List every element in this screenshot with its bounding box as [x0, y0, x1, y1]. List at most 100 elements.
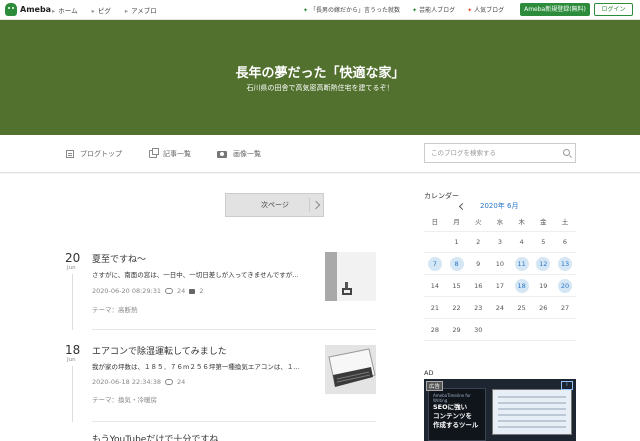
nav-pigg-label: ピグ — [97, 7, 111, 15]
nav-ameblo[interactable]: ▸ アメブロ — [125, 5, 157, 15]
calendar-day: 2 — [467, 235, 489, 249]
calendar-day[interactable]: 20 — [554, 279, 576, 293]
calendar-day — [424, 235, 446, 249]
timeline-line — [72, 274, 73, 330]
blog-search-input[interactable]: このブログを検索する — [424, 143, 576, 163]
calendar-day — [554, 323, 576, 337]
ameba-logo[interactable]: Ameba — [5, 3, 51, 16]
entry-list-label: 記事一覧 — [163, 150, 191, 158]
calendar-day — [511, 323, 533, 337]
popular-blog-label: 人気ブログ — [474, 7, 505, 14]
calendar-day-number: 1 — [454, 238, 459, 246]
ad-info-icon[interactable]: i — [561, 381, 573, 390]
like-count: 24 — [177, 287, 186, 295]
calendar-weekdays: 日 月 火 水 木 金 土 — [424, 215, 576, 229]
calendar-day[interactable]: 13 — [554, 257, 576, 271]
calendar-day-number: 22 — [452, 304, 461, 312]
celebrity-blog-label: 芸能人ブログ — [419, 7, 456, 14]
entry-theme[interactable]: テーマ：換気・冷暖房 — [92, 394, 157, 404]
calendar-day-number: 17 — [495, 282, 505, 290]
calendar-day: 25 — [511, 301, 533, 315]
signup-button[interactable]: Ameba新規登録(無料) — [520, 3, 590, 16]
nav-separator-icon: ▸ — [124, 7, 129, 15]
entry-excerpt: 我が家の坪数は、１８５．７６m２５６坪第一種換気エアコンは、１… — [92, 363, 300, 371]
calendar-divider — [424, 318, 576, 319]
chevron-right-icon — [309, 198, 321, 212]
weekday-label: 月 — [453, 218, 460, 226]
trending-link[interactable]: ✦ 「長男の嫁だから」言うった就数 — [303, 5, 400, 14]
entry-item: 20 Jun 夏至ですね〜 さすがに、南面の窓は、一日中、一切日差しが入ってきま… — [60, 250, 376, 330]
main-content: 次ページ 20 Jun 夏至ですね〜 さすがに、南面の窓は、一日中、一切日差しが… — [0, 174, 640, 441]
next-page-label: 次ページ — [261, 201, 289, 209]
entry-thumbnail[interactable] — [325, 345, 376, 394]
image-list-label: 画像一覧 — [233, 150, 261, 158]
like-icon[interactable] — [165, 379, 174, 385]
chevron-left-icon[interactable] — [458, 202, 467, 211]
calendar-day: 28 — [424, 323, 446, 337]
entry-title[interactable]: 夏至ですね〜 — [92, 252, 146, 265]
entry-title[interactable]: もうYouTubeだけで十分ですね — [92, 432, 218, 441]
camera-icon — [217, 150, 227, 158]
calendar-day[interactable]: 11 — [511, 257, 533, 271]
global-nav: ▸ ホーム ▸ ピグ ▸ アメブロ — [52, 5, 157, 15]
trending-link-label: 「長男の嫁だから」言うった就数 — [310, 7, 401, 14]
logo-text: Ameba — [20, 5, 52, 14]
calendar-day: 26 — [532, 301, 554, 315]
entry-theme[interactable]: テーマ：高断熱 — [92, 304, 138, 314]
celebrity-blog-link[interactable]: ✦ 芸能人ブログ — [412, 5, 455, 14]
entry-thumbnail[interactable] — [325, 252, 376, 301]
calendar-divider — [424, 296, 576, 297]
calendar-day-number: 18 — [517, 282, 526, 290]
timeline-line — [72, 366, 73, 422]
calendar-day: 21 — [424, 301, 446, 315]
calendar-day: 17 — [489, 279, 511, 293]
entry-item: もうYouTubeだけで十分ですね — [60, 431, 376, 441]
calendar-divider — [424, 231, 576, 232]
entry-title[interactable]: エアコンで除湿運転してみました — [92, 344, 227, 357]
blog-nav: ブログトップ 記事一覧 画像一覧 このブログを検索する — [0, 135, 640, 173]
calendar-day-number: 5 — [541, 238, 546, 246]
calendar-day-number: 19 — [539, 282, 548, 290]
login-button[interactable]: ログイン — [594, 3, 633, 16]
calendar-day[interactable]: 18 — [511, 279, 533, 293]
blog-title[interactable]: 長年の夢だった「快適な家」 — [0, 62, 640, 81]
popular-blog-link[interactable]: ✦ 人気ブログ — [467, 5, 504, 14]
ad-label: AD — [424, 369, 434, 377]
next-page-button[interactable]: 次ページ — [225, 193, 324, 217]
comment-icon[interactable] — [189, 288, 196, 294]
calendar-week: 14 15 16 17 18 19 20 — [424, 279, 576, 293]
calendar-day[interactable]: 12 — [532, 257, 554, 271]
weekday-label: 金 — [540, 218, 547, 226]
sparkle-icon: ✦ — [412, 7, 418, 14]
calendar-day-number: 7 — [432, 260, 437, 268]
calendar-day-number: 13 — [560, 260, 570, 268]
calendar-day-number: 23 — [474, 304, 483, 312]
calendar-day[interactable]: 8 — [446, 257, 468, 271]
entry-list-link[interactable]: 記事一覧 — [149, 148, 191, 159]
nav-pigg[interactable]: ▸ ピグ — [92, 5, 111, 15]
ad-book-cover: AmebaTimeline for Writing SEOに強い コンテンツを … — [428, 388, 486, 441]
calendar-day: 24 — [489, 301, 511, 315]
blog-header: 長年の夢だった「快適な家」 石川県の田舎で高気密高断熱住宅を建てるぞ！ — [0, 20, 640, 135]
entry-month: Jun — [67, 265, 76, 271]
search-icon[interactable] — [563, 149, 570, 156]
like-icon[interactable] — [165, 288, 174, 294]
sparkle-icon: ✦ — [303, 7, 309, 14]
entry-datetime: 2020-06-18 22:34:38 — [92, 378, 162, 386]
ameba-logo-icon — [5, 3, 17, 16]
image-list-link[interactable]: 画像一覧 — [217, 149, 261, 159]
calendar-day-number: 20 — [560, 282, 570, 290]
calendar-day: 5 — [532, 235, 554, 249]
ad-banner[interactable]: AmebaTimeline for Writing SEOに強い コンテンツを … — [424, 379, 576, 441]
blog-top-link[interactable]: ブログトップ — [66, 149, 122, 159]
calendar-day[interactable]: 7 — [424, 257, 446, 271]
list-icon — [149, 148, 159, 158]
calendar-day-number: 28 — [430, 326, 439, 334]
nav-home[interactable]: ▸ ホーム — [52, 5, 78, 15]
calendar-day-number: 12 — [539, 260, 548, 268]
calendar-day: 30 — [467, 323, 489, 337]
calendar-day: 14 — [424, 279, 446, 293]
calendar-day-number: 3 — [497, 238, 502, 246]
calendar-day-number: 6 — [562, 238, 568, 246]
calendar-day-number: 15 — [452, 282, 461, 290]
